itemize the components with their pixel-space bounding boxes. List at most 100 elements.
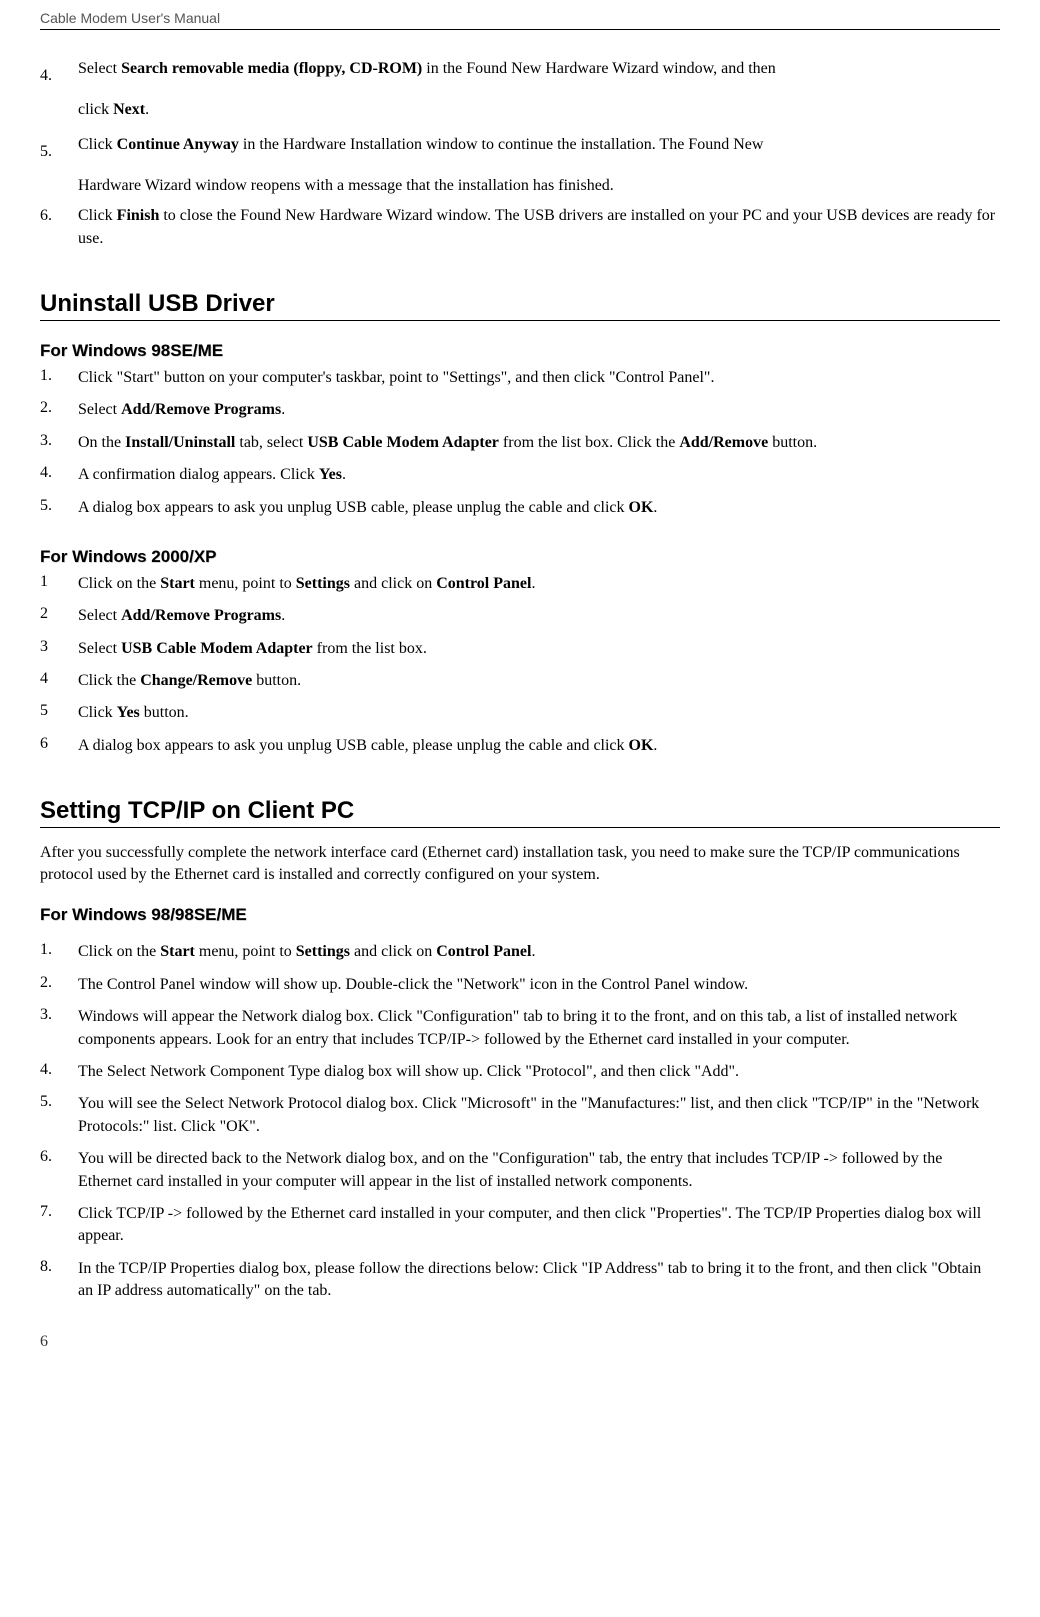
win2000-4-text: Click the Change/Remove button.: [78, 670, 1000, 692]
step-5-line2: Hardware Wizard window reopens with a me…: [78, 175, 1000, 197]
win98-3f: Add/Remove: [679, 434, 768, 451]
step-4-c: in the Found New Hardware Wizard window,…: [422, 60, 775, 77]
win9898-8: 8. In the TCP/IP Properties dialog box, …: [40, 1258, 1000, 1303]
step-6-c: to close the Found New Hardware Wizard w…: [78, 207, 995, 246]
win2000-4: 4 Click the Change/Remove button.: [40, 670, 1000, 692]
win2000-1f: Control Panel: [436, 575, 531, 592]
win98-5-num: 5.: [40, 497, 78, 519]
win98-1-text: Click "Start" button on your computer's …: [78, 367, 1000, 389]
page: Cable Modem User's Manual 4. Select Sear…: [0, 0, 1040, 1361]
step-4-bold: Search removable media (floppy, CD-ROM): [121, 60, 422, 77]
win2000-5: 5 Click Yes button.: [40, 702, 1000, 724]
step-6: 6. Click Finish to close the Found New H…: [40, 205, 1000, 250]
sub-2000: For Windows 2000/XP: [40, 547, 1000, 567]
step-6-b: Finish: [117, 207, 160, 224]
win9898-7-num: 7.: [40, 1203, 78, 1248]
win9898-8-text: In the TCP/IP Properties dialog box, ple…: [78, 1258, 1000, 1303]
win98-2-num: 2.: [40, 399, 78, 421]
win9898-1b: Start: [160, 943, 195, 960]
win2000-1b: Start: [160, 575, 195, 592]
tcpip-intro: After you successfully complete the netw…: [40, 842, 1000, 885]
step-4-e: Next: [113, 101, 145, 118]
win9898-3: 3. Windows will appear the Network dialo…: [40, 1006, 1000, 1051]
win98-5c: .: [653, 499, 657, 516]
win9898-3-num: 3.: [40, 1006, 78, 1051]
win2000-3c: from the list box.: [313, 640, 427, 657]
win2000-3-text: Select USB Cable Modem Adapter from the …: [78, 638, 1000, 660]
win98-3g: button.: [768, 434, 817, 451]
win2000-5-text: Click Yes button.: [78, 702, 1000, 724]
win98-2-text: Select Add/Remove Programs.: [78, 399, 1000, 421]
win2000-1e: and click on: [350, 575, 436, 592]
win2000-5b: Yes: [117, 704, 140, 721]
win2000-6a: A dialog box appears to ask you unplug U…: [78, 737, 629, 754]
win9898-5: 5. You will see the Select Network Proto…: [40, 1093, 1000, 1138]
step-5-b: Continue Anyway: [117, 136, 239, 153]
win9898-2-num: 2.: [40, 974, 78, 996]
win9898-1c: menu, point to: [195, 943, 296, 960]
win98-3e: from the list box. Click the: [499, 434, 679, 451]
win9898-1a: Click on the: [78, 943, 160, 960]
win2000-6-text: A dialog box appears to ask you unplug U…: [78, 735, 1000, 757]
win9898-2: 2. The Control Panel window will show up…: [40, 974, 1000, 996]
win2000-6b: OK: [629, 737, 654, 754]
win2000-1c: menu, point to: [195, 575, 296, 592]
win2000-2a: Select: [78, 607, 121, 624]
win2000-1-text: Click on the Start menu, point to Settin…: [78, 573, 1000, 595]
win9898-7: 7. Click TCP/IP -> followed by the Ether…: [40, 1203, 1000, 1248]
win9898-1-text: Click on the Start menu, point to Settin…: [78, 941, 1000, 963]
page-header: Cable Modem User's Manual: [40, 10, 1000, 30]
win2000-2-text: Select Add/Remove Programs.: [78, 605, 1000, 627]
win2000-4a: Click the: [78, 672, 140, 689]
win9898-5-text: You will see the Select Network Protocol…: [78, 1093, 1000, 1138]
win98-4a: A confirmation dialog appears. Click: [78, 466, 319, 483]
win2000-2c: .: [281, 607, 285, 624]
step-6-a: Click: [78, 207, 117, 224]
page-footer: 6: [40, 1333, 1000, 1351]
win98-4: 4. A confirmation dialog appears. Click …: [40, 464, 1000, 486]
continuing-steps: 4. Select Search removable media (floppy…: [40, 58, 1000, 250]
win2000-1a: Click on the: [78, 575, 160, 592]
win2000-6c: .: [653, 737, 657, 754]
step-5-num: 5.: [40, 134, 78, 169]
win98-5a: A dialog box appears to ask you unplug U…: [78, 499, 629, 516]
win2000-2: 2 Select Add/Remove Programs.: [40, 605, 1000, 627]
win9898-list: 1. Click on the Start menu, point to Set…: [40, 941, 1000, 1302]
step-5-c: in the Hardware Installation window to c…: [239, 136, 763, 153]
win98-3-text: On the Install/Uninstall tab, select USB…: [78, 432, 1000, 454]
win9898-1e: and click on: [350, 943, 436, 960]
win2000-6-num: 6: [40, 735, 78, 757]
win2000-1g: .: [531, 575, 535, 592]
win98-4-num: 4.: [40, 464, 78, 486]
win9898-6-text: You will be directed back to the Network…: [78, 1148, 1000, 1193]
win2000-6: 6 A dialog box appears to ask you unplug…: [40, 735, 1000, 757]
step-6-text: Click Finish to close the Found New Hard…: [78, 205, 1000, 250]
step-5-text: Click Continue Anyway in the Hardware In…: [78, 134, 1000, 169]
win2000-1-num: 1: [40, 573, 78, 595]
win9898-4: 4. The Select Network Component Type dia…: [40, 1061, 1000, 1083]
win9898-1: 1. Click on the Start menu, point to Set…: [40, 941, 1000, 963]
win2000-5-num: 5: [40, 702, 78, 724]
win98-3a: On the: [78, 434, 125, 451]
step-4-line2: click Next.: [78, 99, 1000, 121]
win9898-4-text: The Select Network Component Type dialog…: [78, 1061, 1000, 1083]
win9898-4-num: 4.: [40, 1061, 78, 1083]
win2000-5a: Click: [78, 704, 117, 721]
win98-3-num: 3.: [40, 432, 78, 454]
win2000-4b: Change/Remove: [140, 672, 252, 689]
win98-1: 1. Click "Start" button on your computer…: [40, 367, 1000, 389]
win2000-1: 1 Click on the Start menu, point to Sett…: [40, 573, 1000, 595]
win2000-list: 1 Click on the Start menu, point to Sett…: [40, 573, 1000, 757]
win2000-3a: Select: [78, 640, 121, 657]
step-5-a: Click: [78, 136, 117, 153]
win2000-3: 3 Select USB Cable Modem Adapter from th…: [40, 638, 1000, 660]
step-4-a: Select: [78, 60, 121, 77]
step-6-num: 6.: [40, 205, 78, 250]
win98-5-text: A dialog box appears to ask you unplug U…: [78, 497, 1000, 519]
win9898-8-num: 8.: [40, 1258, 78, 1303]
win98-3d: USB Cable Modem Adapter: [307, 434, 499, 451]
win98-2b: Add/Remove Programs: [121, 401, 281, 418]
win9898-5-num: 5.: [40, 1093, 78, 1138]
step-4-num: 4.: [40, 58, 78, 93]
win2000-4-num: 4: [40, 670, 78, 692]
